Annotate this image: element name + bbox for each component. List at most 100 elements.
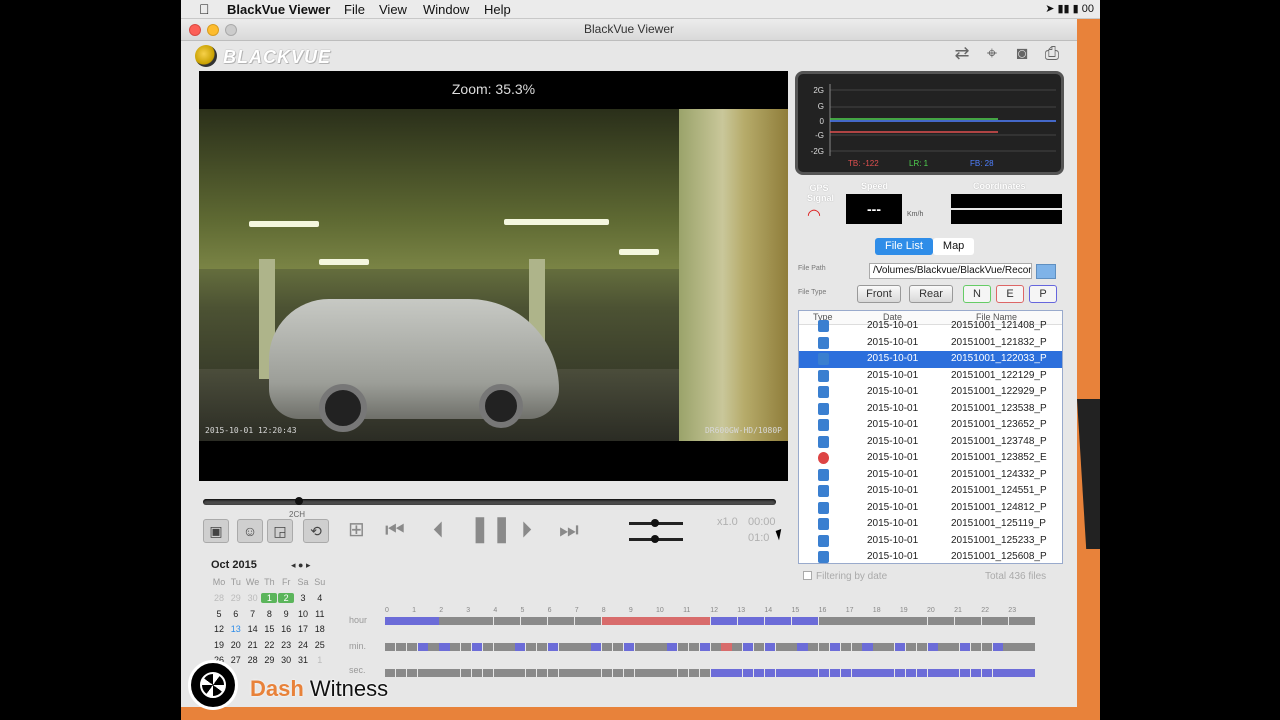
timeline-cell[interactable] [710,617,738,625]
timeline-cell[interactable] [677,643,689,651]
timeline-cell[interactable] [786,643,797,651]
zoom-button[interactable] [225,24,237,36]
timeline-cell[interactable] [460,643,472,651]
timeline-cell[interactable] [645,669,656,677]
calendar-day[interactable]: 1 [261,593,278,603]
timeline-cell[interactable] [819,643,830,651]
timeline-cell[interactable] [862,643,873,651]
filter-checkbox[interactable] [803,571,812,580]
calendar-day[interactable]: 19 [211,640,227,650]
timeline-cell[interactable] [992,669,1003,677]
calendar-day[interactable]: 5 [211,609,227,619]
timeline-cell[interactable] [569,643,580,651]
second-timeline[interactable] [385,669,1036,677]
timeline-cell[interactable] [797,643,808,651]
timeline-cell[interactable] [721,669,732,677]
next-month-icon[interactable]: ▸ [306,560,311,570]
file-row[interactable]: 2015-10-01 20151001_123652_P [799,417,1062,434]
timeline-cell[interactable] [591,643,602,651]
timeline-cell[interactable] [536,669,548,677]
calendar-day[interactable]: 21 [245,640,261,650]
timeline-cell[interactable] [428,669,439,677]
timeline-cell[interactable] [938,669,949,677]
timeline-cell[interactable] [873,643,884,651]
timeline-cell[interactable] [677,669,689,677]
timeline-cell[interactable] [580,643,591,651]
minute-timeline[interactable] [385,643,1036,651]
timeline-cell[interactable] [1003,669,1014,677]
timeline-cell[interactable] [894,643,906,651]
timeline-cell[interactable] [493,669,504,677]
timeline-cell[interactable] [949,669,960,677]
timeline-cell[interactable] [764,669,775,677]
calendar-day[interactable]: 2 [278,593,295,603]
timeline-cell[interactable] [927,669,938,677]
timeline-cell[interactable] [884,669,895,677]
calendar-day[interactable]: 14 [245,624,261,634]
menu-help[interactable]: Help [484,2,511,17]
timeline-cell[interactable] [737,617,765,625]
calendar-day[interactable]: 15 [261,624,277,634]
timeline-cell[interactable] [515,643,526,651]
timeline-cell[interactable] [634,643,645,651]
calendar-day[interactable]: 27 [228,655,244,665]
volume-slider[interactable] [629,535,683,543]
crosshair-icon[interactable]: ⌖ [979,43,1005,65]
timeline-cell[interactable] [992,643,1003,651]
timeline-cell[interactable] [970,643,982,651]
calendar-day[interactable]: 29 [228,593,244,603]
timeline-cell[interactable] [569,669,580,677]
file-path-field[interactable]: /Volumes/Blackvue/BlackVue/Record [869,263,1032,279]
timeline-cell[interactable] [602,669,613,677]
timeline-cell[interactable] [629,617,656,625]
repeat-icon[interactable]: ⇄ [949,43,975,65]
calendar-day[interactable]: 18 [312,624,328,634]
timeline-cell[interactable] [683,617,710,625]
apple-icon[interactable]:  [199,1,210,17]
timeline-cell[interactable] [873,669,884,677]
timeline-cell[interactable] [656,669,667,677]
calendar-day[interactable]: 10 [295,609,311,619]
timeline-cell[interactable] [916,643,927,651]
pause-icon[interactable]: ❚❚ [469,513,513,544]
timeline-cell[interactable] [417,643,428,651]
timeline-cell[interactable] [732,643,743,651]
timeline-cell[interactable] [591,669,602,677]
timeline-cell[interactable] [981,617,1009,625]
timeline-cell[interactable] [905,643,917,651]
timeline-cell[interactable] [547,617,575,625]
timeline-cell[interactable] [406,669,417,677]
file-row[interactable]: 2015-10-01 20151001_122929_P [799,384,1062,401]
tab-file-list[interactable]: File List [875,238,933,255]
menu-app-name[interactable]: BlackVue Viewer [227,2,330,17]
timeline-cell[interactable] [721,643,732,651]
timeline-cell[interactable] [732,669,743,677]
timeline-cell[interactable] [471,643,483,651]
timeline-cell[interactable] [493,617,521,625]
timeline-cell[interactable] [439,669,450,677]
timeline-cell[interactable] [558,643,569,651]
timeline-cell[interactable] [808,669,819,677]
timeline-cell[interactable] [439,617,466,625]
timeline-cell[interactable] [808,643,819,651]
close-button[interactable] [189,24,201,36]
timeline-cell[interactable] [612,643,624,651]
timeline-cell[interactable] [471,669,483,677]
file-row[interactable]: 2015-10-01 20151001_124332_P [799,467,1062,484]
timeline-cell[interactable] [526,643,537,651]
timeline-cell[interactable] [1008,617,1036,625]
timeline-cell[interactable] [829,669,841,677]
file-row[interactable]: 2015-10-01 20151001_125233_P [799,533,1062,550]
timeline-cell[interactable] [526,669,537,677]
timeline-cell[interactable] [385,643,396,651]
timeline-cell[interactable] [743,669,754,677]
timeline-cell[interactable] [602,617,629,625]
timeline-cell[interactable] [428,643,439,651]
seek-knob[interactable] [295,497,303,505]
timeline-cell[interactable] [873,617,900,625]
event-filter-button[interactable]: E [996,285,1024,303]
timeline-cell[interactable] [460,669,472,677]
calendar-day[interactable]: 31 [295,655,311,665]
timeline-cell[interactable] [699,643,710,651]
timeline-cell[interactable] [536,643,548,651]
